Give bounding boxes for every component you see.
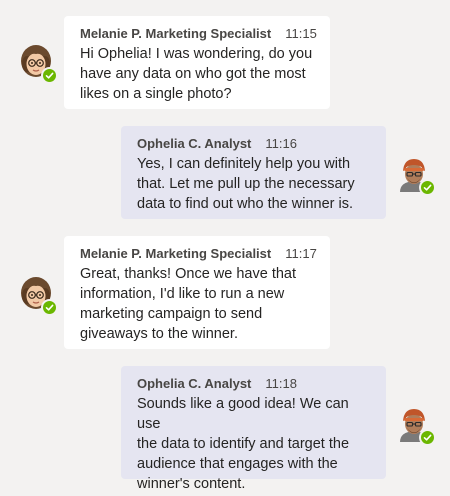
message-line: audience that engages with the	[137, 456, 338, 472]
presence-available-icon	[41, 299, 58, 316]
message-line: data to find out who the winner is.	[137, 196, 354, 212]
presence-available-icon	[419, 429, 436, 446]
message-line: information, I'd like to run a new	[80, 286, 285, 302]
message-bubble[interactable]: Melanie P. Marketing Specialist 11:15 Hi…	[64, 16, 330, 109]
message-line: Yes, I can definitely help you with	[137, 156, 351, 172]
message-text[interactable]: Sounds like a good idea! We can use the …	[137, 394, 372, 494]
message-line: Great, thanks! Once we have that	[80, 266, 297, 282]
message-line: Hi Ophelia! I was wondering, do you	[80, 46, 313, 62]
message-bubble[interactable]: Ophelia C. Analyst 11:16 Yes, I can defi…	[121, 126, 386, 219]
sender-name: Melanie P. Marketing Specialist	[80, 26, 272, 41]
message-text[interactable]: Yes, I can definitely help you with that…	[137, 154, 372, 214]
message-line: the data to identify and target the	[137, 436, 350, 452]
message-header: Ophelia C. Analyst 11:18	[137, 376, 372, 391]
avatar-melanie[interactable]	[18, 44, 58, 84]
presence-available-icon	[41, 67, 58, 84]
message-time: 11:16	[265, 136, 297, 151]
message-line: Sounds like a good idea! We can use	[137, 396, 349, 432]
message-text[interactable]: Hi Ophelia! I was wondering, do you have…	[80, 44, 316, 104]
message-text[interactable]: Great, thanks! Once we have that informa…	[80, 264, 316, 344]
message-header: Ophelia C. Analyst 11:16	[137, 136, 372, 151]
message-line: winner's content.	[137, 476, 246, 492]
sender-name: Ophelia C. Analyst	[137, 136, 252, 151]
avatar-ophelia[interactable]	[396, 406, 436, 446]
message-bubble[interactable]: Melanie P. Marketing Specialist 11:17 Gr…	[64, 236, 330, 349]
chat-thread: Melanie P. Marketing Specialist 11:15 Hi…	[0, 0, 450, 496]
presence-available-icon	[419, 179, 436, 196]
message-header: Melanie P. Marketing Specialist 11:17	[80, 246, 317, 261]
sender-name: Ophelia C. Analyst	[137, 376, 252, 391]
message-line: giveaways to the winner.	[80, 326, 238, 342]
sender-name: Melanie P. Marketing Specialist	[80, 246, 272, 261]
message-line: have any data on who got the most	[80, 66, 306, 82]
message-bubble[interactable]: Ophelia C. Analyst 11:18 Sounds like a g…	[121, 366, 386, 492]
message-header: Melanie P. Marketing Specialist 11:15	[80, 26, 317, 41]
message-line: likes on a single photo?	[80, 86, 232, 102]
message-time: 11:18	[265, 376, 297, 391]
message-line: marketing campaign to send	[80, 306, 263, 322]
message-time: 11:17	[285, 246, 317, 261]
message-line: that. Let me pull up the necessary	[137, 176, 355, 192]
avatar-ophelia[interactable]	[396, 156, 436, 196]
message-time: 11:15	[285, 26, 317, 41]
avatar-melanie[interactable]	[18, 276, 58, 316]
